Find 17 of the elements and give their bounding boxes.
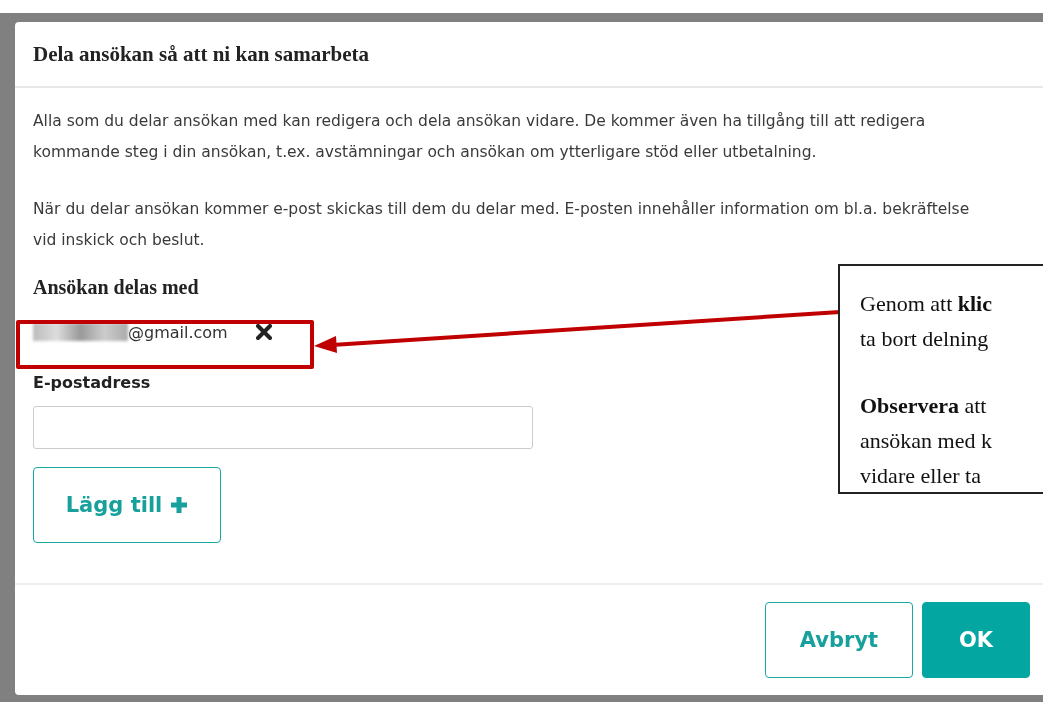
- info-paragraph: Alla som du delar ansökan med kan redigera och dela ansökan vidare. De kommer även ha tillgång till att redigera kommande steg i din ansökan, t.ex. avstämningar och ansökan om ytterligare stöd eller utbetalning.: [33, 111, 927, 163]
- callout-text: ansökan med k: [860, 427, 993, 455]
- email-input[interactable]: [33, 406, 533, 449]
- callout-text: Observera att: [860, 392, 988, 420]
- add-button[interactable]: Lägg till: [33, 467, 221, 543]
- shared-email: @gmail.com: [128, 322, 228, 342]
- info-paragraph: När du delar ansökan kommer e-post skickas till dem du delar med. E-posten innehåller information om bl.a. bekräftelse vid inskick och beslut.: [33, 199, 971, 251]
- cancel-button[interactable]: Avbryt: [765, 602, 913, 678]
- plus-icon: [170, 496, 189, 514]
- ok-button[interactable]: OK: [922, 602, 1030, 678]
- dialog-title: Dela ansökan så att ni kan samarbeta: [33, 41, 370, 67]
- remove-icon[interactable]: [255, 324, 272, 340]
- callout-text: vidare eller ta: [860, 462, 982, 490]
- field-label: E-postadress: [33, 373, 152, 392]
- shared-heading: Ansökan delas med: [33, 276, 200, 299]
- callout-text: ta bort delning: [860, 325, 990, 353]
- callout-text: Genom att klic: [860, 290, 993, 318]
